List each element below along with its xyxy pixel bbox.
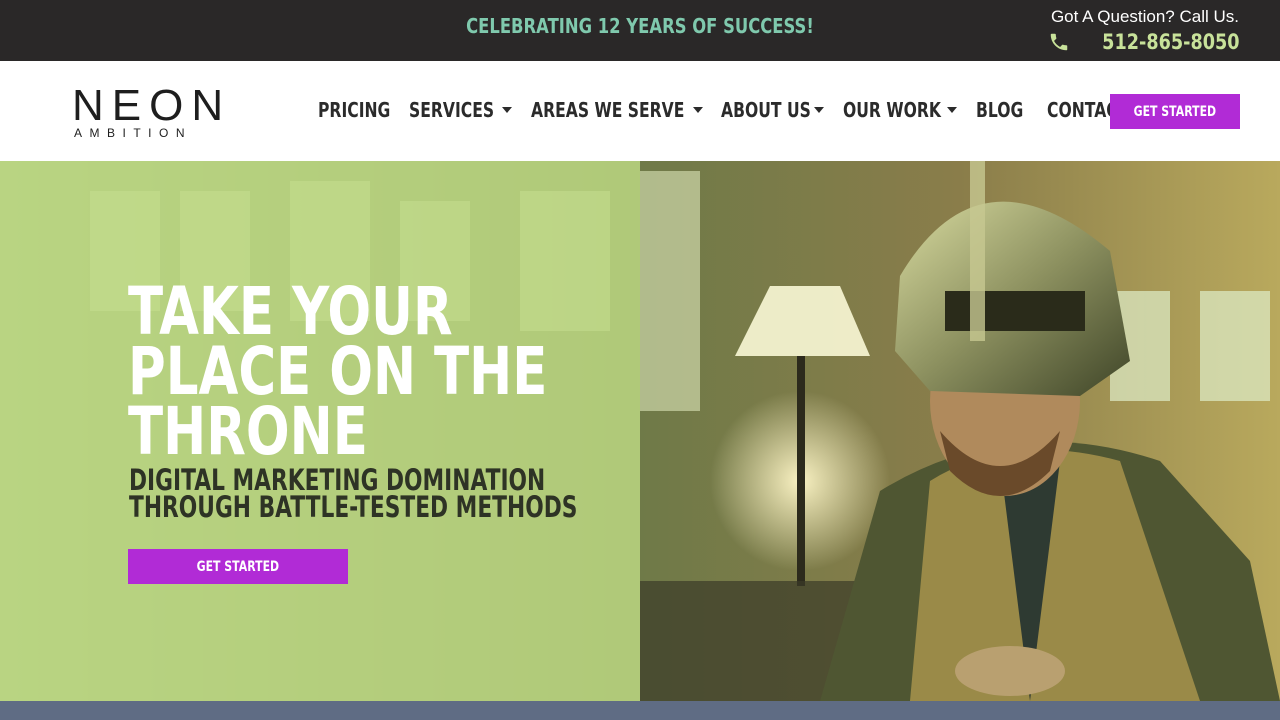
announcement-text: CELEBRATING 12 YEARS OF SUCCESS!	[466, 14, 814, 38]
hero-headline: TAKE YOUR PLACE ON THE THRONE	[128, 279, 648, 470]
header-get-started-button[interactable]: GET STARTED	[1110, 94, 1240, 129]
chevron-down-icon	[501, 107, 512, 113]
nav-label: SERVICES	[408, 98, 494, 122]
hero-subheadline-line: THROUGH BATTLE-TESTED METHODS	[129, 490, 578, 524]
hero-section: TAKE YOUR PLACE ON THE THRONE DIGITAL MA…	[0, 161, 1280, 701]
nav-item-blog[interactable]: BLOG	[976, 98, 1037, 122]
chevron-down-icon	[947, 107, 958, 113]
chevron-down-icon	[692, 107, 703, 113]
nav-label: PRICING	[318, 98, 391, 122]
phone-icon	[1051, 33, 1068, 51]
neon-ambition-logo[interactable]: NEON AMBITION	[72, 81, 232, 141]
nav-item-areas-we-serve[interactable]: AREAS WE SERVE	[531, 98, 703, 122]
phone-link[interactable]: 512-865-8050	[1048, 30, 1240, 54]
phone-number[interactable]: 512-865-8050	[1103, 30, 1240, 54]
logo-wordmark: NEON	[72, 81, 232, 130]
site-header: NEON AMBITION PRICING SERVICES AREAS WE …	[0, 61, 1280, 161]
hero-subheadline: DIGITAL MARKETING DOMINATION THROUGH BAT…	[129, 466, 649, 524]
top-announcement-bar: CELEBRATING 12 YEARS OF SUCCESS! Got A Q…	[0, 0, 1280, 61]
nav-item-about-us[interactable]: ABOUT US	[721, 98, 824, 122]
nav-label: BLOG	[976, 98, 1024, 122]
main-navigation: PRICING SERVICES AREAS WE SERVE ABOUT US…	[318, 98, 1209, 122]
button-label: GET STARTED	[196, 558, 280, 575]
nav-item-services[interactable]: SERVICES	[409, 98, 512, 122]
hero-headline-line: THRONE	[128, 393, 368, 470]
button-label: GET STARTED	[1133, 103, 1217, 120]
nav-label: AREAS WE SERVE	[530, 98, 685, 122]
next-section-strip	[0, 701, 1280, 720]
nav-label: OUR WORK	[842, 98, 941, 122]
chevron-down-icon	[813, 107, 824, 113]
hero-get-started-button[interactable]: GET STARTED	[128, 549, 348, 584]
nav-item-our-work[interactable]: OUR WORK	[843, 98, 958, 122]
question-text: Got A Question? Call Us.	[1050, 7, 1239, 26]
nav-label: ABOUT US	[720, 98, 811, 122]
nav-item-pricing[interactable]: PRICING	[318, 98, 411, 122]
